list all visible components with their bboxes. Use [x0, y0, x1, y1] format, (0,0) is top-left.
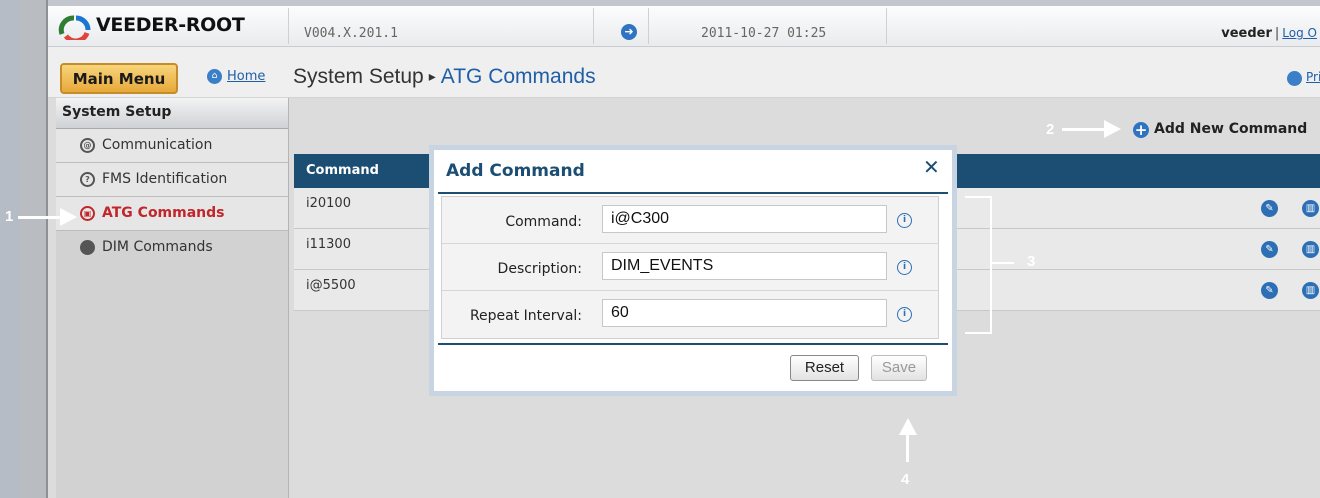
dialog-divider — [438, 192, 948, 194]
print-link[interactable]: Pri — [1306, 70, 1320, 84]
close-icon[interactable]: ✕ — [923, 155, 940, 179]
edit-icon[interactable]: ✎ — [1261, 241, 1278, 258]
home-icon[interactable]: ⌂ — [207, 69, 222, 84]
breadcrumb-current: ATG Commands — [440, 65, 596, 88]
delete-icon[interactable]: ▥ — [1302, 282, 1319, 299]
atg-commands-icon: ▣ — [80, 206, 95, 221]
header-divider — [886, 8, 887, 44]
edit-icon[interactable]: ✎ — [1261, 200, 1278, 217]
info-icon[interactable]: i — [897, 260, 912, 275]
nav-bar: Main Menu ⌂ Home System Setup ▸ ATG Comman… — [48, 47, 1320, 98]
sidebar-item-atg-commands[interactable]: ▣ ATG Commands — [56, 197, 288, 231]
arrow-1 — [18, 216, 62, 219]
command-cell: i20100 — [306, 196, 351, 211]
sidebar-item-fms-identification[interactable]: ? FMS Identification — [56, 163, 288, 197]
add-new-command-button[interactable]: + Add New Command — [1133, 121, 1307, 138]
repeat-interval-label: Repeat Interval: — [469, 308, 582, 324]
command-cell: i@5500 — [306, 278, 356, 293]
sidebar-heading: System Setup — [56, 98, 288, 129]
command-input[interactable] — [602, 205, 887, 233]
communication-icon: @ — [80, 138, 95, 153]
page-title: System Setup ▸ ATG Commands — [293, 65, 596, 89]
add-command-dialog: Add Command ✕ Command: i Description: i … — [434, 150, 952, 391]
datetime-label: 2011-10-27 01:25 — [701, 26, 827, 41]
left-strip-inner — [20, 0, 46, 498]
callout-1: 1 — [5, 208, 14, 225]
sidebar-item-communication[interactable]: @ Communication — [56, 129, 288, 163]
left-strip — [0, 0, 20, 498]
info-icon[interactable]: i — [897, 307, 912, 322]
form-row-command: Command: i — [442, 197, 938, 244]
delete-icon[interactable]: ▥ — [1302, 200, 1319, 217]
callout-2: 2 — [1046, 121, 1055, 138]
home-link[interactable]: Home — [227, 69, 265, 84]
plus-icon: + — [1133, 121, 1149, 139]
description-input[interactable] — [602, 252, 887, 280]
command-form: Command: i Description: i Repeat Interva… — [441, 196, 939, 339]
user-separator: | — [1274, 26, 1280, 41]
logo-text: VEEDER-ROOT — [96, 14, 245, 36]
sidebar: System Setup @ Communication ? FMS Ident… — [56, 98, 289, 498]
callout-4: 4 — [901, 471, 910, 488]
form-row-description: Description: i — [442, 244, 938, 291]
sidebar-item-dim-commands[interactable]: DIM Commands — [56, 231, 288, 264]
sidebar-item-label: FMS Identification — [102, 171, 228, 187]
command-cell: i11300 — [306, 237, 351, 252]
arrow-2-head — [1104, 120, 1121, 138]
dialog-divider — [438, 343, 948, 345]
dim-commands-icon — [80, 240, 95, 255]
breadcrumb-separator: ▸ — [428, 68, 436, 84]
bracket-3-tick — [992, 262, 1014, 264]
callout-3: 3 — [1027, 253, 1036, 270]
header-divider — [288, 8, 289, 44]
info-icon[interactable]: i — [897, 213, 912, 228]
reset-button[interactable]: Reset — [790, 355, 859, 381]
command-label: Command: — [505, 214, 582, 230]
logout-link[interactable]: Log O — [1282, 26, 1317, 40]
username: veeder — [1221, 26, 1272, 41]
save-button[interactable]: Save — [871, 355, 927, 381]
add-new-command-label: Add New Command — [1154, 121, 1308, 137]
veeder-root-logo-icon — [58, 15, 91, 40]
arrow-4 — [906, 432, 909, 462]
breadcrumb-parent: System Setup — [293, 65, 424, 88]
arrow-2 — [1062, 128, 1106, 131]
dialog-title: Add Command — [446, 161, 585, 181]
arrow-1-head — [60, 208, 77, 226]
header-top-line — [48, 0, 1320, 6]
form-row-repeat-interval: Repeat Interval: i — [442, 291, 938, 337]
sidebar-item-label: Communication — [102, 137, 213, 153]
print-icon[interactable] — [1287, 71, 1302, 86]
user-area: veeder | Log O — [1221, 26, 1317, 41]
bracket-3 — [965, 196, 992, 334]
description-label: Description: — [497, 261, 582, 277]
main-menu-button[interactable]: Main Menu — [60, 63, 178, 94]
header-divider — [593, 8, 594, 44]
app-header: VEEDER-ROOT V004.X.201.1 ➜ 2011-10-27 01… — [48, 0, 1320, 47]
sidebar-item-label: ATG Commands — [102, 205, 225, 221]
edit-icon[interactable]: ✎ — [1261, 282, 1278, 299]
repeat-interval-input[interactable] — [602, 299, 887, 327]
version-label: V004.X.201.1 — [304, 26, 398, 41]
header-divider — [648, 8, 649, 44]
fms-identification-icon: ? — [80, 172, 95, 187]
delete-icon[interactable]: ▥ — [1302, 241, 1319, 258]
sidebar-item-label: DIM Commands — [102, 239, 213, 255]
go-arrow-icon[interactable]: ➜ — [621, 24, 637, 40]
